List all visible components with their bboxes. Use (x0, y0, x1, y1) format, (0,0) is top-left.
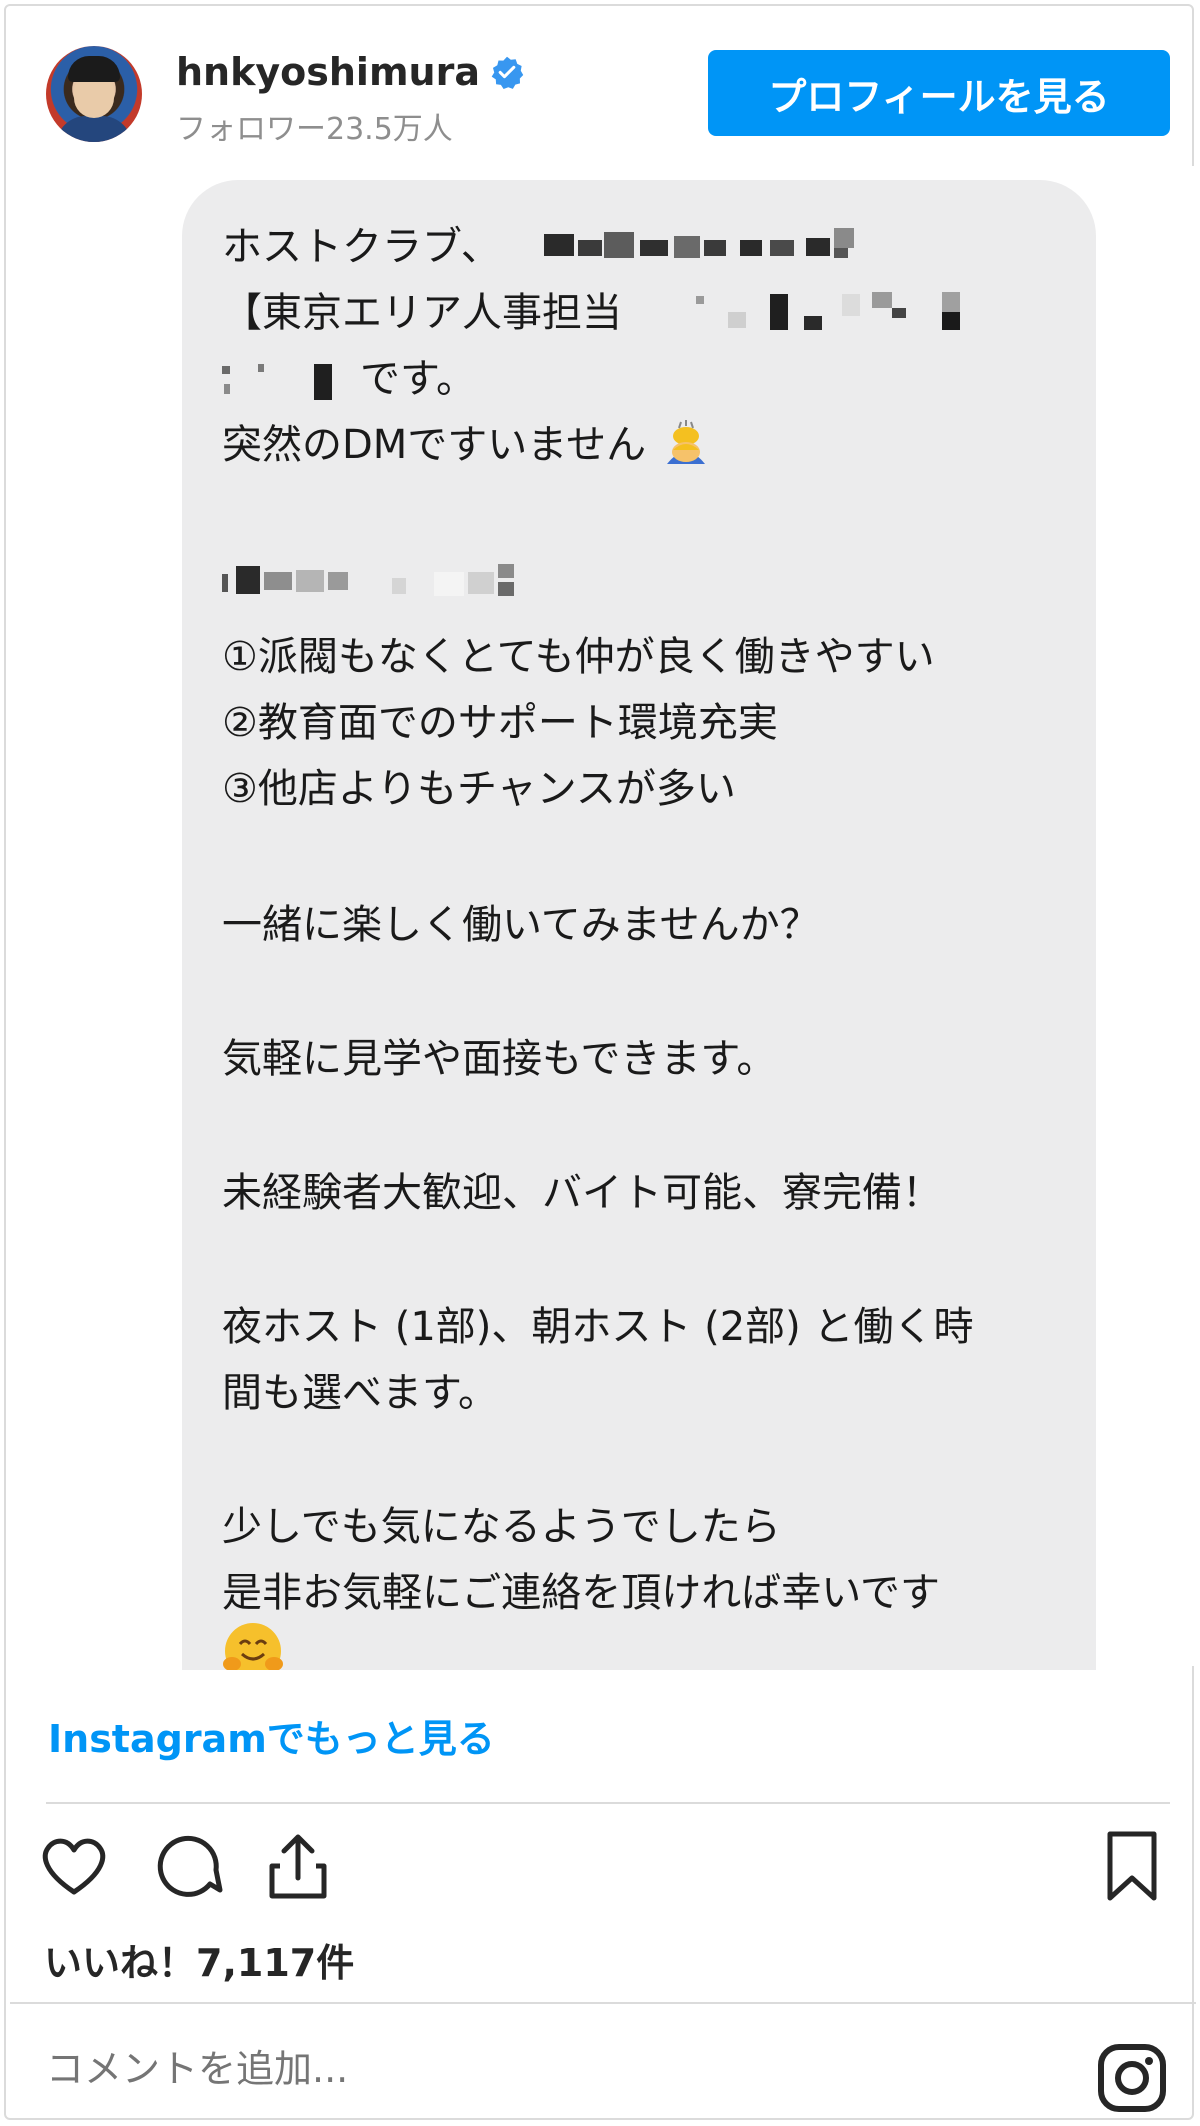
view-more-on-instagram-link[interactable]: Instagramでもっと見る (48, 1708, 495, 1763)
dm-line: 一緒に楽しく働いてみませんか？ (222, 902, 820, 948)
instagram-logo-icon[interactable] (1096, 2042, 1168, 2114)
redacted-store-name (544, 226, 1004, 266)
bookmark-icon[interactable] (1092, 1826, 1172, 1906)
comment-icon[interactable] (148, 1826, 228, 1906)
dm-line: 【東京エリア人事担当 (222, 290, 622, 336)
username[interactable]: hnkyoshimura (176, 50, 480, 94)
redacted-name (692, 288, 992, 338)
divider (10, 2002, 1196, 2004)
redacted-name-cont (222, 356, 342, 406)
heart-icon[interactable] (34, 1826, 114, 1906)
dm-line: 突然のDMですいません (222, 412, 713, 474)
hugging-face-emoji-icon (223, 1623, 283, 1670)
verified-badge-icon (491, 56, 524, 89)
post-image[interactable]: ホストクラブ、 【東京エリア人事担当 です。 突然のDMですいません ①派閥もな… (10, 166, 1196, 1670)
dm-line: 未経験者大歓迎、バイト可能、寮完備！ (222, 1170, 942, 1216)
dm-line: ①派閥もなくとても仲が良く働きやすい (222, 634, 935, 680)
avatar[interactable] (46, 46, 142, 142)
dm-line: ③他店よりもチャンスが多い (222, 766, 736, 812)
dm-line: 少しでも気になるようでしたら (222, 1504, 781, 1550)
dm-message-bubble: ホストクラブ、 【東京エリア人事担当 です。 突然のDMですいません ①派閥もな… (182, 180, 1096, 1670)
like-count[interactable]: いいね！7,117件 (44, 1932, 354, 1987)
username-row[interactable]: hnkyoshimura (176, 50, 524, 94)
share-icon[interactable] (258, 1826, 338, 1906)
dm-line: 間も選べます。 (222, 1370, 498, 1416)
bowing-person-emoji-icon (666, 420, 705, 464)
dm-line: 気軽に見学や面接もできます。 (222, 1036, 777, 1082)
view-profile-button[interactable]: プロフィールを見る (708, 50, 1170, 136)
redacted-intro (222, 558, 582, 608)
instagram-embed-card: hnkyoshimura フォロワー23.5万人 プロフィールを見る ホストクラ… (4, 4, 1196, 2120)
dm-line: ホストクラブ、 (222, 224, 501, 270)
dm-line: 夜ホスト (1部)、朝ホスト (2部) と働く時 (222, 1304, 974, 1350)
divider (46, 1802, 1170, 1804)
dm-line: です。 (360, 356, 476, 402)
comment-input[interactable] (44, 2038, 948, 2100)
follower-count: フォロワー23.5万人 (176, 112, 453, 147)
dm-line: ②教育面でのサポート環境充実 (222, 700, 778, 746)
dm-line: 是非お気軽にご連絡を頂ければ幸いです (222, 1570, 940, 1616)
